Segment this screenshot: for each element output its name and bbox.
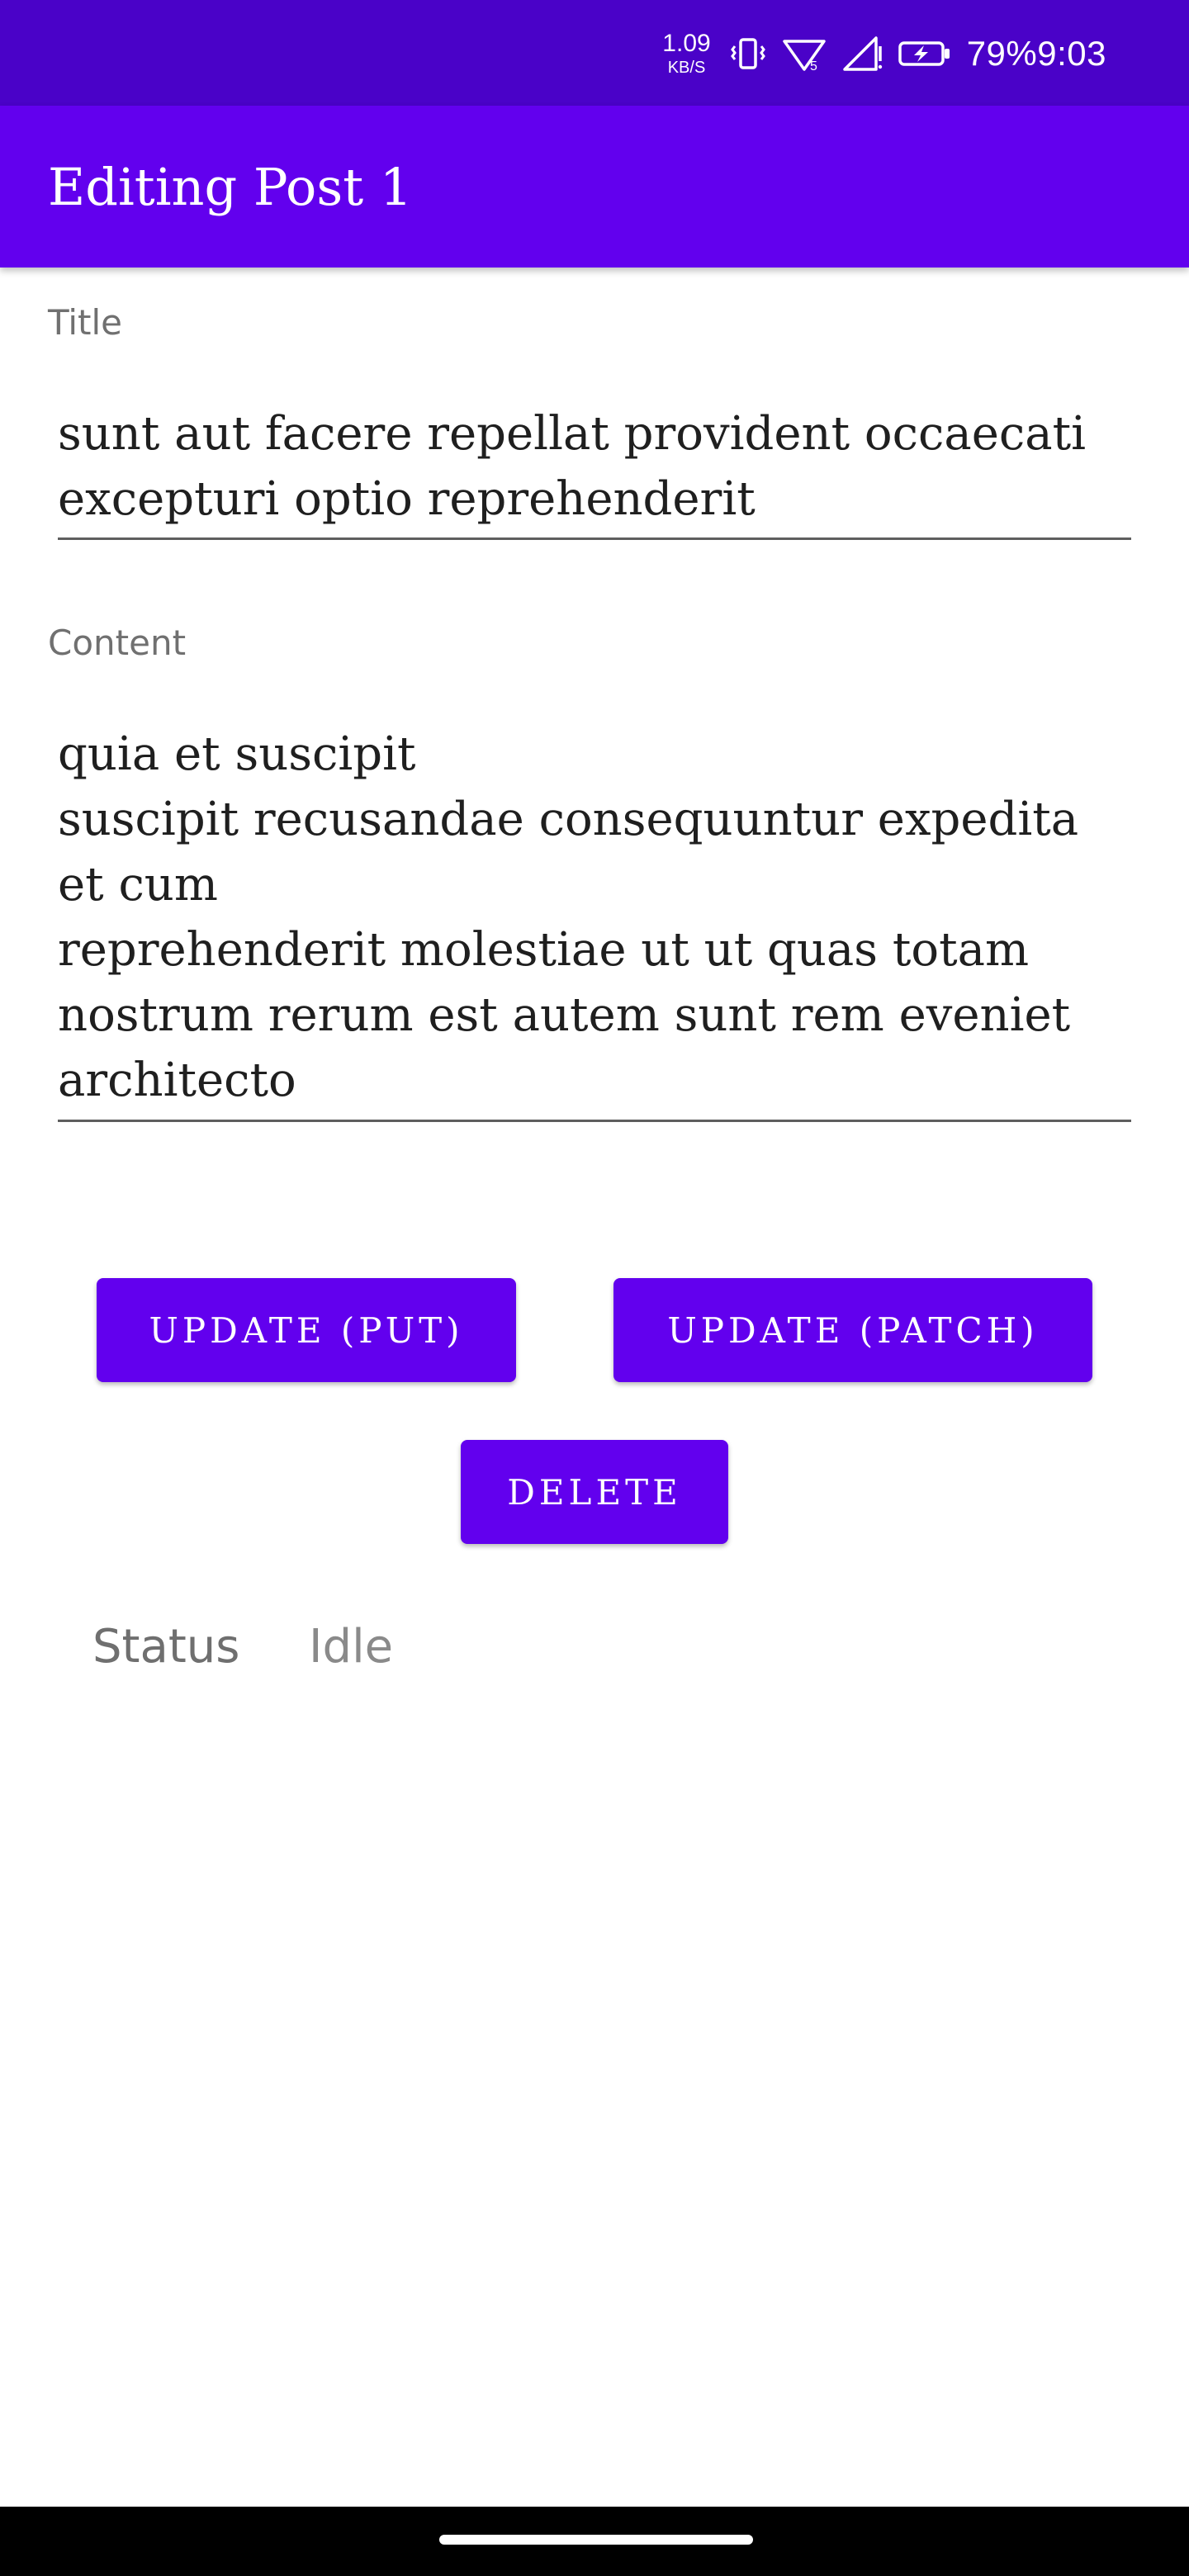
- page-title: Editing Post 1: [48, 157, 413, 217]
- content-input[interactable]: quia et suscipit suscipit recusandae con…: [58, 722, 1131, 1113]
- battery-percent: 79%: [966, 34, 1038, 73]
- status-value: Idle: [309, 1620, 394, 1674]
- title-label: Title: [48, 302, 123, 343]
- vibrate-icon: [729, 35, 767, 73]
- title-underline: [58, 537, 1131, 540]
- content-underline: [58, 1120, 1131, 1122]
- wifi-icon: 5: [782, 35, 827, 73]
- home-indicator[interactable]: [439, 2535, 753, 2545]
- svg-text:5: 5: [810, 59, 817, 73]
- delete-button[interactable]: Delete: [461, 1440, 728, 1544]
- update-patch-button[interactable]: Update (PATCH): [613, 1278, 1092, 1382]
- content-label: Content: [48, 623, 187, 663]
- network-speed: 1.09 KB/S: [662, 30, 711, 77]
- signal-icon: [841, 35, 883, 73]
- battery-charging-icon: [898, 35, 952, 73]
- status-icons: 1.09 KB/S 5 79% 9:03: [662, 25, 1106, 83]
- update-put-button[interactable]: Update (PUT): [97, 1278, 516, 1382]
- navigation-bar: [0, 2507, 1189, 2576]
- clock: 9:03: [1037, 34, 1106, 73]
- title-input[interactable]: sunt aut facere repellat provident occae…: [58, 401, 1131, 532]
- status-label: Status: [92, 1620, 240, 1674]
- app-bar: Editing Post 1: [0, 106, 1189, 268]
- network-speed-unit: KB/S: [667, 59, 706, 77]
- status-bar: 1.09 KB/S 5 79% 9:03: [0, 0, 1189, 106]
- network-speed-value: 1.09: [662, 30, 711, 57]
